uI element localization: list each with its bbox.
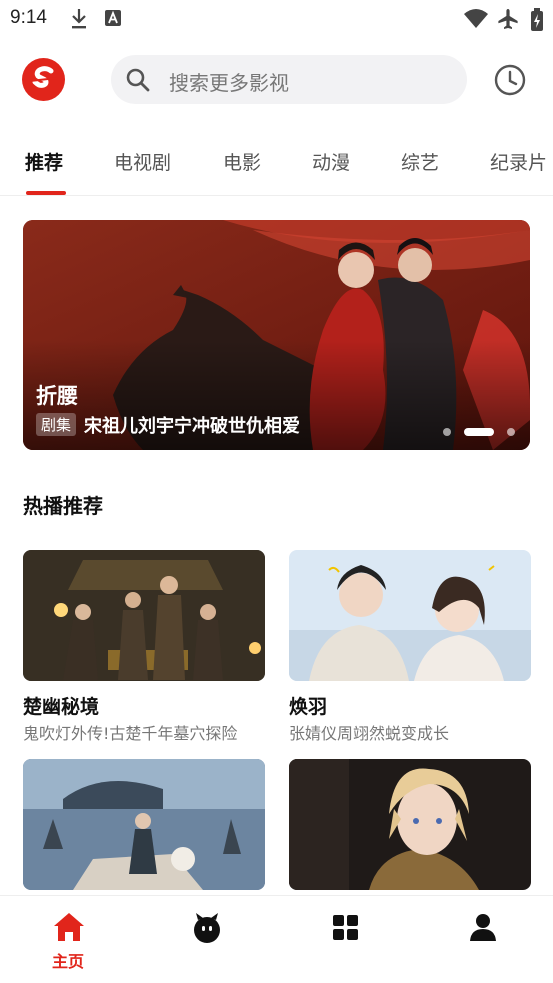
banner-title: 折腰 [36,384,78,408]
nav-profile[interactable] [442,896,522,983]
tab-anime[interactable]: 动漫 [312,148,350,175]
carousel-dot[interactable] [507,428,515,436]
video-card[interactable] [289,759,531,890]
video-card[interactable]: 楚幽秘境 鬼吹灯外传!古楚千年墓穴探险 [23,550,265,743]
mascot-icon [194,913,220,943]
font-icon [104,8,122,32]
nav-home-label: 主页 [51,952,84,971]
card-thumbnail [289,759,531,890]
card-description: 鬼吹灯外传!古楚千年墓穴探险 [23,724,238,743]
home-icon [54,913,84,941]
history-icon[interactable] [493,63,527,101]
app-logo[interactable] [22,58,65,101]
grid-icon [333,915,358,940]
banner-tag: 剧集 [36,413,77,436]
battery-icon [530,8,544,36]
category-tabs: 推荐 电视剧 电影 动漫 综艺 纪录片 [0,140,553,196]
banner-subtitle: 宋祖儿刘宇宁冲破世仇相爱 [84,416,300,437]
status-time: 9:14 [10,7,47,28]
tab-tv-series[interactable]: 电视剧 [114,148,171,175]
tab-documentary[interactable]: 纪录片 [490,148,547,175]
card-thumbnail [23,550,265,681]
search-bar[interactable]: 搜索更多影视 [111,55,467,104]
carousel-dot[interactable] [443,428,451,436]
person-icon [470,914,496,941]
nav-home[interactable]: 主页 [28,896,108,983]
card-thumbnail [23,759,265,890]
wifi-icon [463,8,489,34]
tab-recommend[interactable]: 推荐 [25,148,63,175]
nav-categories[interactable] [304,896,384,983]
section-title-hot: 热播推荐 [23,494,103,518]
video-card[interactable]: 焕羽 张婧仪周翊然蜕变成长 [289,550,531,743]
airplane-icon [496,8,520,34]
featured-banner[interactable]: 折腰 剧集 宋祖儿刘宇宁冲破世仇相爱 [23,220,530,450]
bottom-nav: 主页 [0,895,553,983]
card-thumbnail [289,550,531,681]
tab-movies[interactable]: 电影 [223,148,261,175]
video-card[interactable] [23,759,265,890]
card-title: 楚幽秘境 [23,696,100,718]
nav-mascot[interactable] [166,896,246,983]
tab-variety[interactable]: 综艺 [401,148,439,175]
active-tab-indicator [26,191,66,195]
carousel-dot-active[interactable] [464,428,494,436]
status-bar: 9:14 [0,0,553,38]
card-description: 张婧仪周翊然蜕变成长 [289,724,450,743]
search-placeholder: 搜索更多影视 [169,71,289,95]
search-icon [125,67,151,97]
card-title: 焕羽 [289,696,328,718]
download-icon [70,8,88,34]
